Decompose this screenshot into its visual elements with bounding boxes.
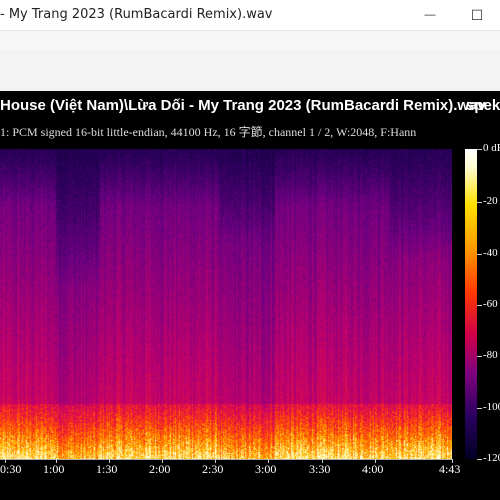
window-titlebar: - My Trang 2023 (RumBacardi Remix).wav —… <box>0 0 500 31</box>
time-label: 0:30 <box>0 462 22 476</box>
time-label: 4:00 <box>362 462 384 476</box>
db-label: 0 dB <box>483 142 500 154</box>
db-label: -100 <box>483 401 500 413</box>
db-tick <box>477 149 482 150</box>
spek-brand: spek <box>466 97 500 114</box>
db-tick <box>477 305 482 306</box>
maximize-icon: ☐ <box>470 6 484 23</box>
time-label: 2:00 <box>149 462 171 476</box>
minimize-button[interactable]: — <box>407 0 453 30</box>
time-label: 2:30 <box>202 462 224 476</box>
db-color-scale <box>465 149 477 459</box>
db-label: -80 <box>483 349 498 361</box>
stream-info: 1: PCM signed 16-bit little-endian, 4410… <box>0 125 417 139</box>
minimize-icon: — <box>424 9 436 21</box>
db-label: -20 <box>483 195 498 207</box>
time-label: 1:30 <box>96 462 118 476</box>
time-label: 1:00 <box>43 462 65 476</box>
menu-bar <box>0 31 500 50</box>
spectrogram-image <box>0 149 452 459</box>
time-axis <box>0 459 452 460</box>
maximize-button[interactable]: ☐ <box>454 0 500 30</box>
db-tick <box>477 254 482 255</box>
time-label: 3:30 <box>309 462 331 476</box>
db-tick <box>477 356 482 357</box>
db-label: -120 <box>483 452 500 464</box>
time-label: 4:43 <box>439 462 461 476</box>
toolbar <box>0 50 500 92</box>
db-label: -40 <box>483 247 498 259</box>
db-tick <box>477 408 482 409</box>
window-title: - My Trang 2023 (RumBacardi Remix).wav <box>0 7 273 22</box>
db-tick <box>477 202 482 203</box>
db-tick <box>477 459 482 460</box>
file-title: House (Việt Nam)\Lừa Dối - My Trang 2023… <box>0 97 486 114</box>
db-label: -60 <box>483 298 498 310</box>
time-label: 3:00 <box>255 462 277 476</box>
